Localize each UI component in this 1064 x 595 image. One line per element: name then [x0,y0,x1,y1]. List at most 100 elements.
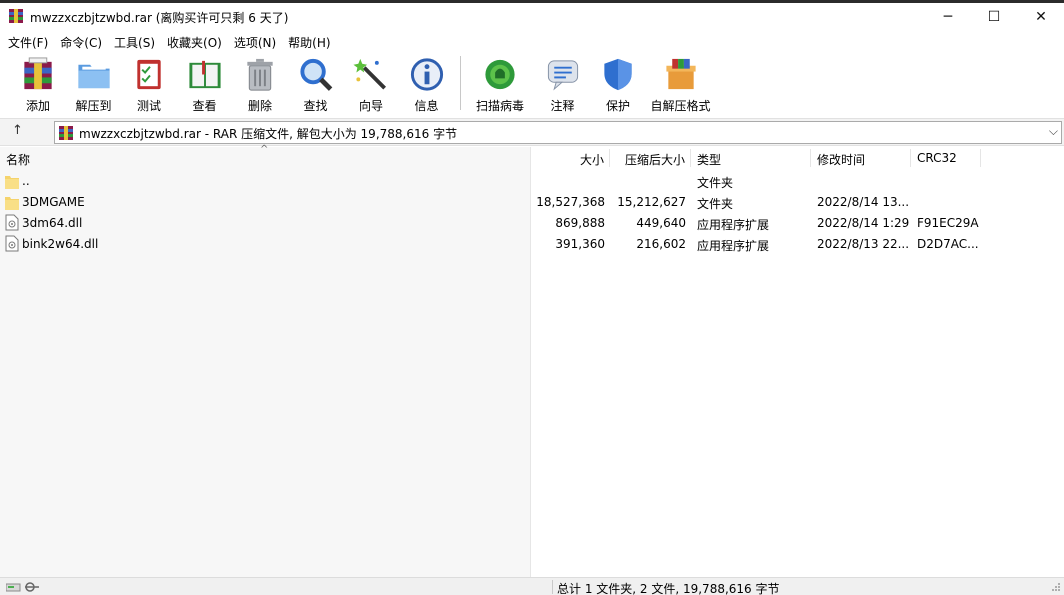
test-checklist-icon [137,59,161,90]
file-packed-size: 216,602 [636,237,686,251]
column-header-type[interactable]: 类型 [697,147,721,169]
file-name: 3DMGAME [22,195,85,209]
magnifier-icon [299,58,332,91]
maximize-button[interactable]: ☐ [971,3,1017,31]
table-row[interactable]: .. 文件夹 [0,171,1064,192]
winrar-app-icon [9,9,23,23]
file-crc: D2D7AC... [917,237,979,251]
delete-label: 删除 [247,99,272,113]
wizard-button[interactable]: 向导 [347,52,395,114]
header-separator [910,149,911,167]
toolbar: 添加 解压到 测试 查看 删除 查找 向导 信息 扫描病毒 注释 保护 自解压格… [0,52,1064,116]
extract-folder-icon [77,64,110,89]
resize-grip-icon[interactable] [1051,582,1061,592]
title-top-strip [0,0,1064,3]
close-button[interactable]: ✕ [1018,3,1064,31]
protect-label: 保护 [605,99,630,113]
view-button[interactable]: 查看 [181,52,229,114]
dll-file-icon [5,214,19,231]
file-size: 869,888 [555,216,605,230]
delete-button[interactable]: 删除 [236,52,284,114]
folder-icon [5,176,19,189]
wizard-wand-icon [353,58,387,90]
column-header-packed[interactable]: 压缩后大小 [612,147,685,169]
view-book-icon [188,60,221,89]
info-button[interactable]: 信息 [403,52,451,114]
test-label: 测试 [136,99,161,113]
path-text: mwzzxczbjtzwbd.rar - RAR 压缩文件, 解包大小为 19,… [79,127,458,141]
sfx-label: 自解压格式 [650,99,711,113]
address-bar: ↑ mwzzxczbjtzwbd.rar - RAR 压缩文件, 解包大小为 1… [0,118,1064,146]
file-modified: 2022/8/14 1:29 [817,216,910,230]
protect-button[interactable]: 保护 [594,52,642,114]
folder-icon [5,197,19,210]
menu-options[interactable]: 选项(N) [228,32,282,52]
extract-button[interactable]: 解压到 [70,52,118,114]
menu-commands[interactable]: 命令(C) [54,32,108,52]
window-title: mwzzxczbjtzwbd.rar (离购买许可只剩 6 天了) [30,11,289,25]
file-packed-size: 449,640 [636,216,686,230]
virus-scan-button[interactable]: 扫描病毒 [469,52,531,114]
info-label: 信息 [414,99,439,113]
comment-label: 注释 [550,99,575,113]
file-modified: 2022/8/14 13... [817,195,910,209]
menu-help[interactable]: 帮助(H) [282,32,336,52]
drive-key-icon[interactable] [6,580,40,594]
table-row[interactable]: 3DMGAME 18,527,368 15,212,627 文件夹 2022/8… [0,192,1064,213]
column-header-crc[interactable]: CRC32 [917,147,957,169]
dll-file-icon [5,235,19,252]
up-arrow-icon[interactable]: ↑ [12,123,23,138]
minimize-button[interactable]: ─ [925,3,971,31]
menu-file[interactable]: 文件(F) [2,32,54,52]
menu-favorites[interactable]: 收藏夹(O) [161,32,228,52]
file-type: 应用程序扩展 [697,218,770,232]
virus-scan-label: 扫描病毒 [475,99,524,113]
comment-button[interactable]: 注释 [539,52,587,114]
add-button[interactable]: 添加 [14,52,62,114]
header-separator [810,149,811,167]
file-size: 18,527,368 [536,195,605,209]
find-label: 查找 [303,99,328,113]
info-icon [410,58,443,91]
file-name: bink2w64.dll [22,237,99,251]
chevron-down-icon[interactable]: ⌵ [1049,124,1058,139]
toolbar-separator [460,56,461,110]
column-header-name[interactable]: 名称 [6,147,30,169]
header-separator [980,149,981,167]
extract-label: 解压到 [75,99,112,113]
column-header-modified[interactable]: 修改时间 [817,147,865,169]
add-archive-icon [24,57,52,90]
sfx-button[interactable]: 自解压格式 [650,52,712,114]
view-label: 查看 [192,99,217,113]
archive-icon [59,126,73,140]
status-bar: 总计 1 文件夹, 2 文件, 19,788,616 字节 [0,577,1064,595]
file-size: 391,360 [555,237,605,251]
path-field[interactable]: mwzzxczbjtzwbd.rar - RAR 压缩文件, 解包大小为 19,… [54,121,1062,144]
menu-bar: 文件(F) 命令(C) 工具(S) 收藏夹(O) 选项(N) 帮助(H) [0,32,1064,52]
comment-icon [547,60,578,91]
sort-ascending-icon: ^ [260,144,269,155]
wizard-label: 向导 [358,99,383,113]
status-separator [552,580,553,594]
file-name: .. [22,174,30,188]
header-separator [690,149,691,167]
header-separator [609,149,610,167]
file-list: 名称 ^ 大小 压缩后大小 类型 修改时间 CRC32 .. 文件夹 3DMGA… [0,144,1064,577]
test-button[interactable]: 测试 [125,52,173,114]
file-packed-size: 15,212,627 [617,195,686,209]
table-row[interactable]: 3dm64.dll 869,888 449,640 应用程序扩展 2022/8/… [0,213,1064,234]
find-button[interactable]: 查找 [292,52,340,114]
file-type: 文件夹 [697,176,734,190]
sfx-box-icon [665,58,696,90]
file-crc: F91EC29A [917,216,979,230]
trash-icon [247,58,273,91]
file-name: 3dm64.dll [22,216,83,230]
title-bar: mwzzxczbjtzwbd.rar (离购买许可只剩 6 天了) ─ ☐ ✕ [0,0,1064,32]
virus-scan-icon [485,59,515,90]
file-type: 文件夹 [697,197,734,211]
shield-icon [604,58,632,91]
table-row[interactable]: bink2w64.dll 391,360 216,602 应用程序扩展 2022… [0,234,1064,255]
file-modified: 2022/8/13 22... [817,237,910,251]
menu-tools[interactable]: 工具(S) [108,32,161,52]
column-header-size[interactable]: 大小 [540,147,604,169]
